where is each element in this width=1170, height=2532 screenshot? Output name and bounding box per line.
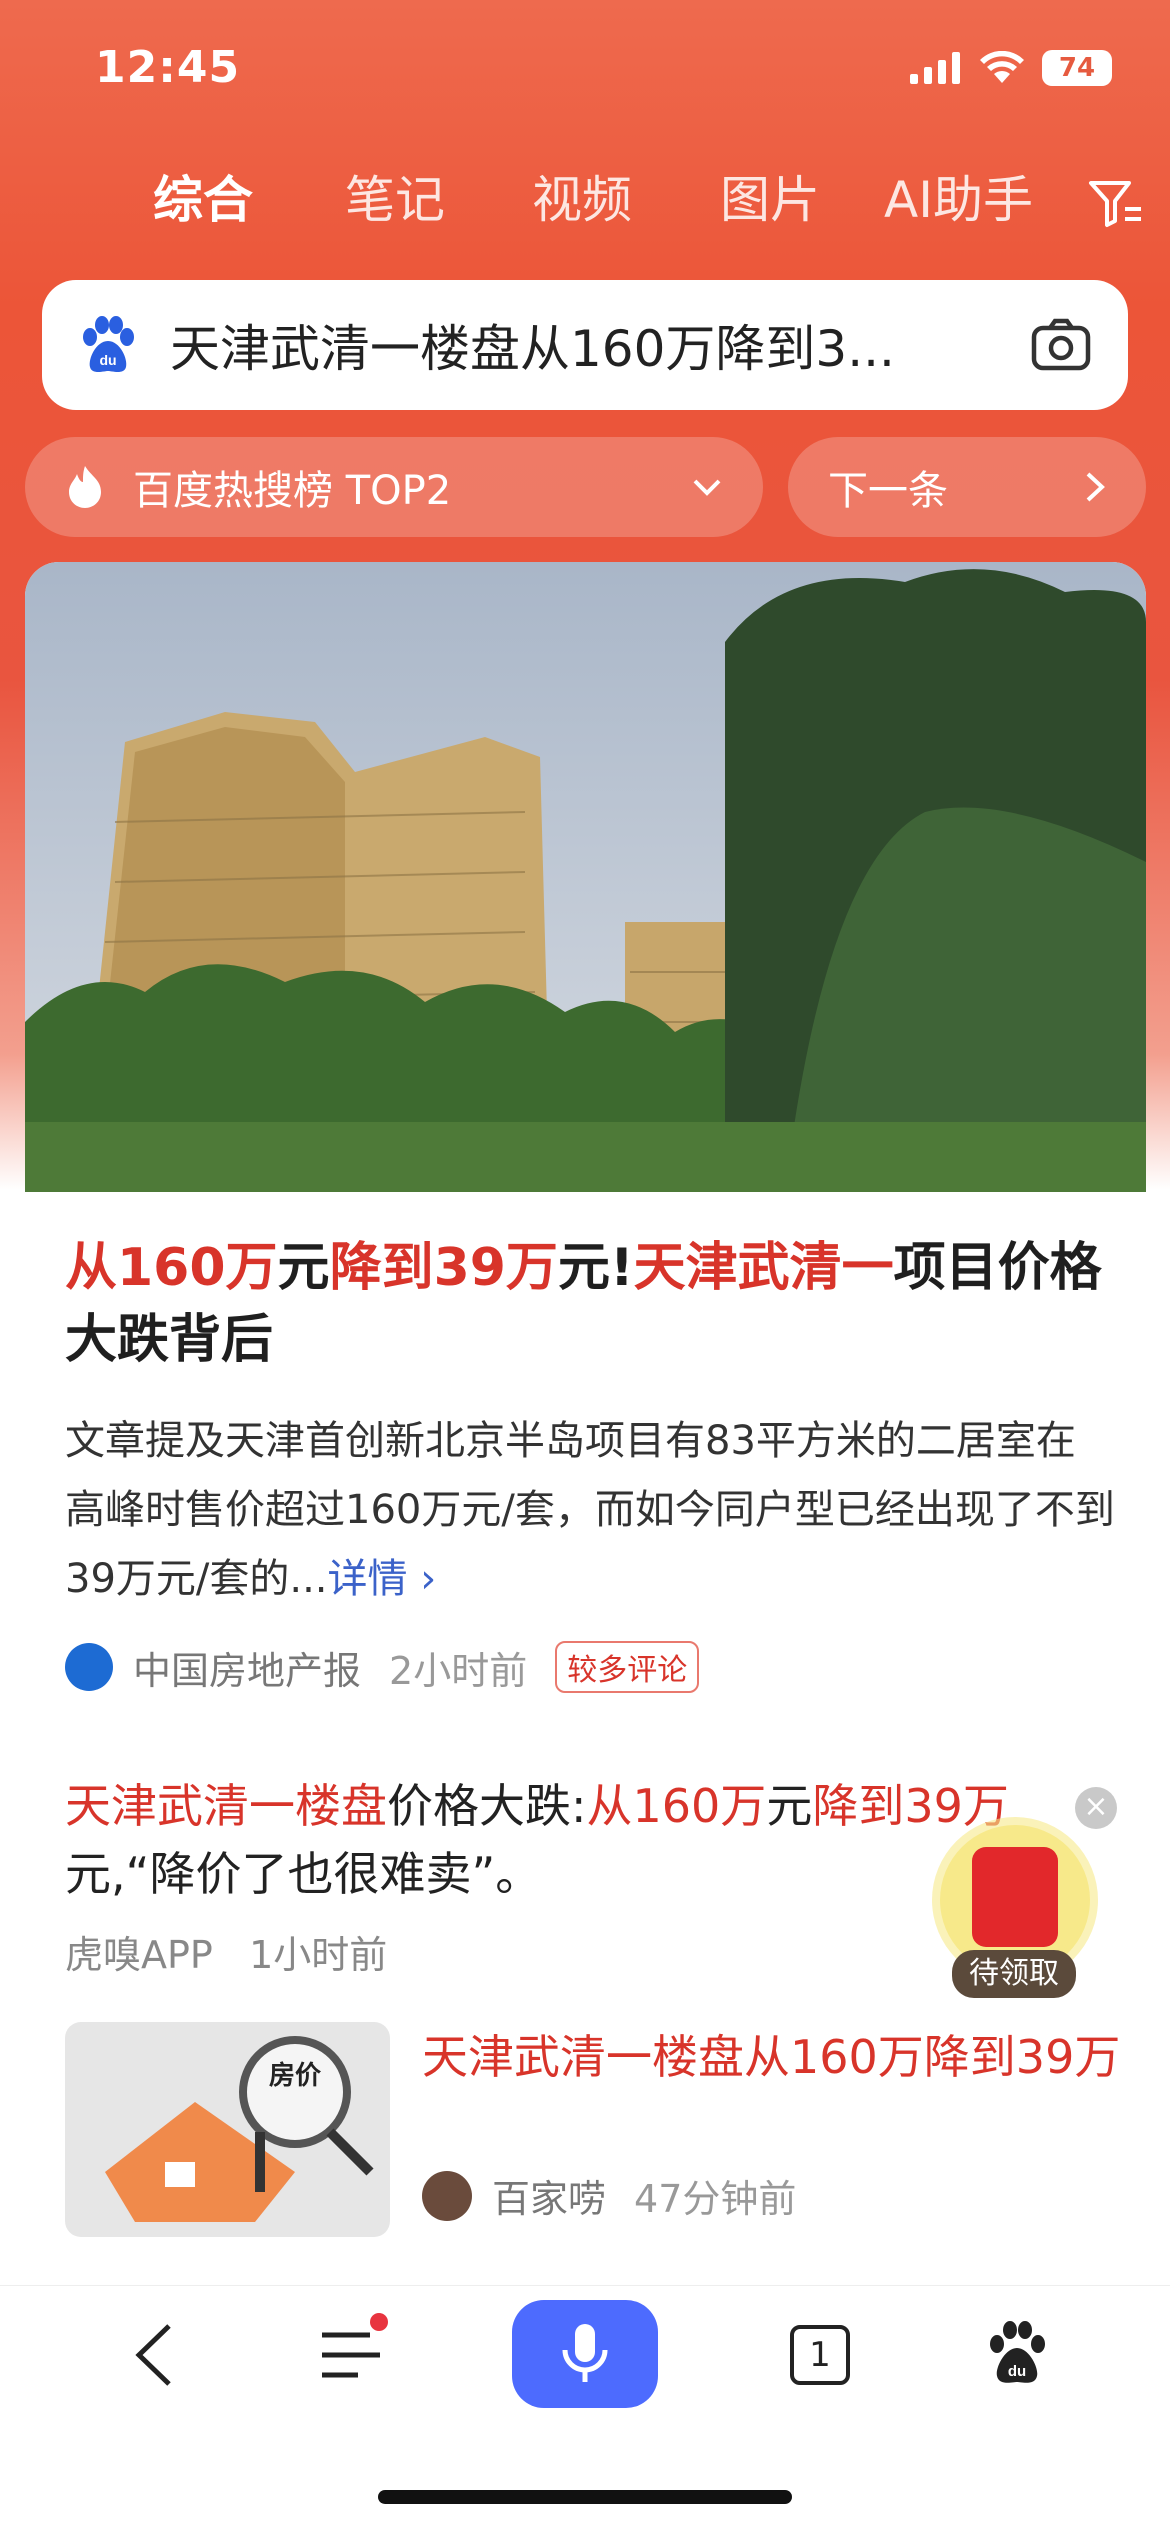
- battery-indicator: 74: [1042, 50, 1112, 86]
- summary-text: 文章提及天津首创新北京半岛项目有83平方米的二居室在高峰时售价超过160万元/套…: [65, 1418, 1115, 1602]
- comment-badge: 较多评论: [555, 1641, 700, 1693]
- headline-segment: 天津武清一: [633, 1238, 894, 1298]
- hot-rank-label: 百度热搜榜 TOP2: [133, 468, 452, 514]
- publish-time: 1小时前: [249, 1933, 388, 1977]
- result-card: 从160万元降到39万元!天津武清一项目价格大跌背后 文章提及天津首创新北京半岛…: [25, 562, 1146, 2292]
- svg-text:du: du: [99, 352, 116, 368]
- wifi-icon: [980, 51, 1024, 83]
- tab-ai-assistant[interactable]: AI助手: [884, 165, 1033, 235]
- headline-segment: 元: [277, 1238, 330, 1298]
- publish-time: 47分钟前: [634, 2177, 797, 2221]
- source-name[interactable]: 中国房地产报: [133, 1640, 361, 1695]
- house-price-image: 房价: [65, 2022, 390, 2237]
- result-thumbnail-3[interactable]: 房价: [65, 2022, 390, 2237]
- status-icons: 74: [910, 50, 1112, 86]
- search-bar[interactable]: du 天津武清一楼盘从160万降到3...: [42, 280, 1128, 410]
- close-icon[interactable]: ×: [1075, 1787, 1117, 1829]
- article-source-row: 中国房地产报 2小时前 较多评论: [65, 1637, 700, 1697]
- publish-time: 2小时前: [389, 1648, 528, 1693]
- status-time: 12:45: [95, 42, 241, 93]
- avatar: [422, 2170, 472, 2221]
- red-packet-label[interactable]: 待领取: [952, 1950, 1076, 1998]
- headline-segment: 从160万: [65, 1238, 278, 1298]
- source-logo: [65, 1643, 113, 1691]
- result-title-3[interactable]: 天津武清一楼盘从160万降到39万: [422, 2022, 1122, 2092]
- back-icon[interactable]: [125, 2320, 185, 2390]
- chevron-down-icon: [693, 479, 721, 496]
- title-segment: 元,“降价了也很难卖”。: [65, 1847, 542, 1901]
- filter-icon[interactable]: [1085, 175, 1145, 230]
- title-segment: 从160万: [586, 1779, 767, 1833]
- title-segment: 价格大跌:: [387, 1779, 587, 1833]
- result-title-2[interactable]: 天津武清一楼盘价格大跌:从160万元降到39万元,“降价了也很难卖”。: [65, 1772, 1065, 1908]
- microphone-icon: [562, 2324, 608, 2382]
- svg-text:du: du: [1008, 2363, 1026, 2380]
- headline-segment: 元!: [557, 1238, 634, 1298]
- details-label: 详情: [327, 1556, 408, 1602]
- title-segment: 元: [766, 1779, 813, 1833]
- search-tabs: 综合 笔记 视频 图片 AI助手: [0, 165, 1170, 255]
- article-headline[interactable]: 从160万元降到39万元!天津武清一项目价格大跌背后: [65, 1232, 1105, 1376]
- baidu-home-icon[interactable]: du: [985, 2318, 1049, 2388]
- headline-segment: 降到39万: [329, 1238, 558, 1298]
- next-item-button[interactable]: 下一条: [788, 437, 1146, 537]
- title-segment: 天津武清一楼盘: [65, 1779, 387, 1833]
- notification-dot: [370, 2313, 388, 2331]
- voice-search-button[interactable]: [512, 2300, 658, 2408]
- tab-notes[interactable]: 笔记: [345, 165, 445, 235]
- tab-images[interactable]: 图片: [720, 165, 820, 235]
- tab-all[interactable]: 综合: [153, 165, 253, 235]
- title-segment: 降到39万: [812, 1779, 1009, 1833]
- article-summary: 文章提及天津首创新北京半岛项目有83平方米的二居室在高峰时售价超过160万元/套…: [65, 1407, 1115, 1614]
- signal-icon: [910, 52, 960, 84]
- result-source-2: 虎嗅APP 1小时前: [65, 1924, 387, 1979]
- tabs-count-button[interactable]: 1: [790, 2325, 850, 2385]
- source-name[interactable]: 虎嗅APP: [65, 1933, 213, 1977]
- search-input[interactable]: 天津武清一楼盘从160万降到3...: [170, 309, 1028, 381]
- chevron-right-icon: [1086, 472, 1105, 502]
- next-item-label: 下一条: [828, 468, 948, 514]
- home-indicator: [378, 2490, 792, 2504]
- flame-icon: [69, 466, 101, 508]
- details-link[interactable]: 详情 ›: [328, 1556, 437, 1602]
- menu-icon[interactable]: [318, 2325, 384, 2385]
- baidu-paw-icon: du: [83, 316, 134, 372]
- tab-videos[interactable]: 视频: [532, 165, 632, 235]
- red-envelope-icon: [972, 1847, 1058, 1947]
- camera-icon[interactable]: [1028, 312, 1094, 378]
- source-name[interactable]: 百家唠: [492, 2168, 606, 2223]
- hero-image[interactable]: [25, 562, 1146, 1192]
- result-source-3: 百家唠 47分钟前: [422, 2168, 796, 2223]
- thumb-text: 房价: [269, 2061, 322, 2091]
- hot-rank-dropdown[interactable]: 百度热搜榜 TOP2: [25, 437, 763, 537]
